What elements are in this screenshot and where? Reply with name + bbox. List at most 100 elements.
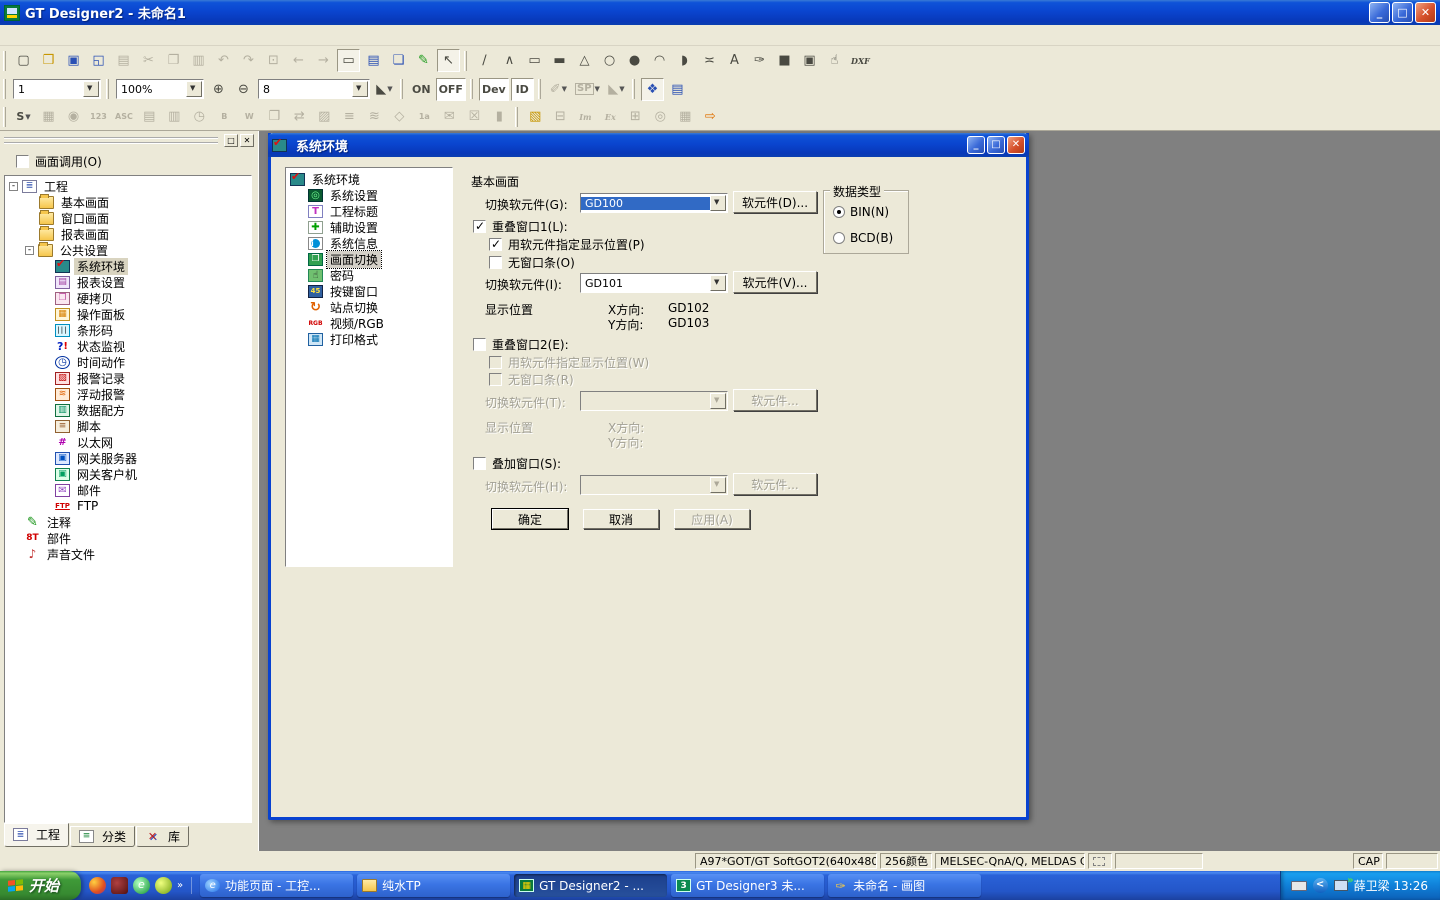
id-display-button[interactable]: ID [511, 78, 534, 101]
menu-view[interactable] [40, 33, 58, 37]
screen-property-button[interactable]: ▧ [524, 105, 547, 128]
device-off-button[interactable]: OFF [436, 78, 466, 101]
overlap1-no-windowbar-checkbox[interactable] [489, 256, 502, 269]
tab-category[interactable]: 分类 [70, 826, 135, 847]
library-button[interactable]: ▦ [674, 105, 697, 128]
cancel-button[interactable]: 取消 [583, 509, 659, 529]
tree-item-floating-alarm[interactable]: 浮动报警 [5, 386, 251, 402]
device-on-button[interactable]: ON [409, 78, 434, 101]
tree-item-gateway-client[interactable]: 网关客户机 [5, 466, 251, 482]
superimpose-window-checkbox[interactable] [473, 457, 486, 470]
comment-pen-button[interactable]: ✎ [412, 49, 435, 72]
tree-item-base-screen[interactable]: 基本画面 [5, 194, 251, 210]
bin-radio-row[interactable]: BIN(N) [833, 205, 889, 219]
menu-screen[interactable] [58, 33, 76, 37]
dialog-tree-auxiliary-settings[interactable]: 辅助设置 [286, 219, 452, 235]
tree-item-comment[interactable]: 注释 [5, 514, 251, 530]
zoom-out-button[interactable]: ⊖ [232, 78, 255, 101]
grid-color-button[interactable]: ◣▼ [373, 78, 396, 101]
new-screen-button[interactable]: ▢ [12, 49, 35, 72]
chevron-more-icon[interactable]: » [177, 880, 183, 891]
overlap1-switch-device-combobox[interactable]: GD101 [580, 273, 728, 293]
floating-alarm-button[interactable]: ≋ [363, 105, 386, 128]
task-pure-water-folder[interactable]: 纯水TP [357, 874, 510, 897]
text-tool-button[interactable]: A [723, 49, 746, 72]
toolbar-grip[interactable] [515, 107, 518, 127]
filled-circle-tool-button[interactable]: ● [623, 49, 646, 72]
select-mode-button[interactable]: ↖ [437, 49, 460, 72]
menu-window[interactable] [166, 33, 184, 37]
dialog-tree-screen-switching[interactable]: 画面切换 [286, 251, 452, 267]
menu-help[interactable] [184, 33, 202, 37]
cancel-object-button[interactable]: ☒ [463, 105, 486, 128]
quick-launch-app[interactable] [111, 877, 128, 894]
polygon-tool-button[interactable]: △ [573, 49, 596, 72]
tree-item-status-watch[interactable]: 状态监视 [5, 338, 251, 354]
start-button[interactable]: 开始 [0, 871, 81, 900]
dialog-close-button[interactable]: ✕ [1007, 136, 1025, 154]
arc-tool-button[interactable]: ◠ [648, 49, 671, 72]
menu-project[interactable] [4, 33, 22, 37]
dialog-tree-station-switching[interactable]: 站点切换 [286, 299, 452, 315]
undo-button[interactable]: ↶ [212, 49, 235, 72]
screen-preview-button[interactable]: ⊞ [624, 105, 647, 128]
line-tool-button[interactable]: ∕ [473, 49, 496, 72]
overlap1-device-button[interactable]: 软元件(V)... [733, 271, 817, 293]
toolbar-grip[interactable] [464, 51, 467, 71]
tree-item-system-environment[interactable]: 系统环境 [5, 258, 251, 274]
paint-tool-button[interactable]: ✑ [748, 49, 771, 72]
tree-item-report-screen[interactable]: 报表画面 [5, 226, 251, 242]
tab-project[interactable]: 工程 [4, 823, 69, 847]
switch-object-button[interactable]: ▦ [37, 105, 60, 128]
cut-button[interactable]: ✂ [137, 49, 160, 72]
menu-common[interactable] [76, 33, 94, 37]
alarm-list-button[interactable]: ≡ [338, 105, 361, 128]
panel-maximize-button[interactable]: □ [224, 134, 238, 147]
filled-rectangle-tool-button[interactable]: ▬ [548, 49, 571, 72]
collapse-tray-icon[interactable]: < [1313, 878, 1328, 893]
find-button[interactable]: ◎ [649, 105, 672, 128]
zoom-combobox[interactable]: 100% [116, 79, 204, 99]
menu-figure[interactable] [94, 33, 112, 37]
line-style-button[interactable]: ✐▼ [547, 78, 570, 101]
send-mail-button[interactable]: ✉ [438, 105, 461, 128]
tree-item-common-settings[interactable]: - 公共设置 [5, 242, 251, 258]
menu-communication[interactable] [148, 33, 166, 37]
next-button[interactable]: ⇨ [699, 105, 722, 128]
dialog-tree-video-rgb[interactable]: 视频/RGB [286, 315, 452, 331]
rectangle-tool-button[interactable]: ▭ [523, 49, 546, 72]
overlap-window1-row[interactable]: 重叠窗口1(L): [473, 218, 568, 235]
tree-item-barcode[interactable]: 条形码 [5, 322, 251, 338]
chevron-down-icon[interactable] [186, 81, 202, 97]
base-switch-device-combobox[interactable]: GD100 [580, 193, 728, 213]
screen-call-checkbox[interactable] [16, 155, 29, 168]
data-view-button[interactable]: ▤ [362, 49, 385, 72]
tree-item-project[interactable]: - 工程 [5, 178, 251, 194]
maximize-button[interactable]: □ [1392, 2, 1413, 23]
dialog-tree-system-settings[interactable]: 系统设置 [286, 187, 452, 203]
tree-item-parts[interactable]: 部件 [5, 530, 251, 546]
tree-item-ethernet[interactable]: 以太网 [5, 434, 251, 450]
level-object-button[interactable]: ▮ [488, 105, 511, 128]
base-device-button[interactable]: 软元件(D)... [733, 191, 817, 213]
tree-item-ftp[interactable]: FTP [5, 498, 251, 514]
tree-item-time-action[interactable]: 时间动作 [5, 354, 251, 370]
screen-number-combobox[interactable]: 1 [13, 79, 101, 99]
tree-item-script[interactable]: 脚本 [5, 418, 251, 434]
overlap1-position-checkbox[interactable] [489, 238, 502, 251]
grid-combobox[interactable]: 8 [258, 79, 370, 99]
lamp-object-button[interactable]: ◉ [62, 105, 85, 128]
tree-expander[interactable]: - [9, 182, 18, 191]
tree-item-mail[interactable]: 邮件 [5, 482, 251, 498]
ok-button[interactable]: 确定 [492, 509, 568, 529]
fill-tool-button[interactable]: ■ [773, 49, 796, 72]
overlap-window2-row[interactable]: 重叠窗口2(E): [473, 336, 569, 353]
comment-display-word-button[interactable]: W [238, 105, 261, 128]
menu-edit[interactable] [22, 33, 40, 37]
quick-launch-antivirus[interactable] [155, 877, 172, 894]
network-icon[interactable] [1334, 880, 1348, 891]
tree-structure-button[interactable]: ⊟ [549, 105, 572, 128]
dialog-tree-system-information[interactable]: 系统信息 [286, 235, 452, 251]
keyboard-layout-icon[interactable] [1291, 881, 1307, 891]
dxf-import-button[interactable]: DXF [848, 49, 873, 72]
